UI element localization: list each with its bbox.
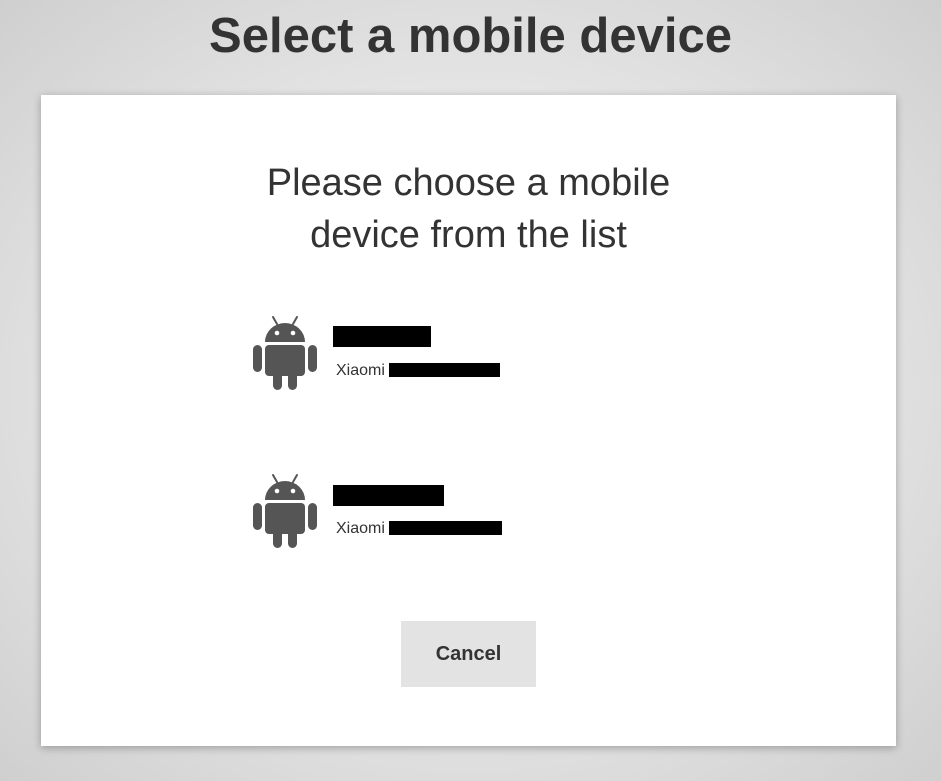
device-details: Xiaomi <box>336 361 500 381</box>
device-list-item-1[interactable]: Xiaomi <box>249 315 549 395</box>
android-icon <box>253 474 317 548</box>
device-name-redacted <box>333 485 444 506</box>
device-manufacturer: Xiaomi <box>336 520 385 537</box>
device-model-redacted <box>388 363 500 377</box>
dialog-prompt-line-2: device from the list <box>310 214 627 256</box>
android-icon <box>253 316 317 390</box>
device-manufacturer: Xiaomi <box>336 362 385 379</box>
device-details: Xiaomi <box>336 519 502 539</box>
dialog-prompt: Please choose a mobile device from the l… <box>41 157 896 261</box>
page-title: Select a mobile device <box>209 9 732 63</box>
cancel-button[interactable]: Cancel <box>401 621 536 687</box>
device-model-redacted <box>388 521 502 535</box>
device-list-item-2[interactable]: Xiaomi <box>249 473 549 553</box>
device-picker-dialog: Please choose a mobile device from the l… <box>41 95 896 746</box>
device-name-redacted <box>333 326 431 347</box>
dialog-prompt-line-1: Please choose a mobile <box>266 162 671 204</box>
